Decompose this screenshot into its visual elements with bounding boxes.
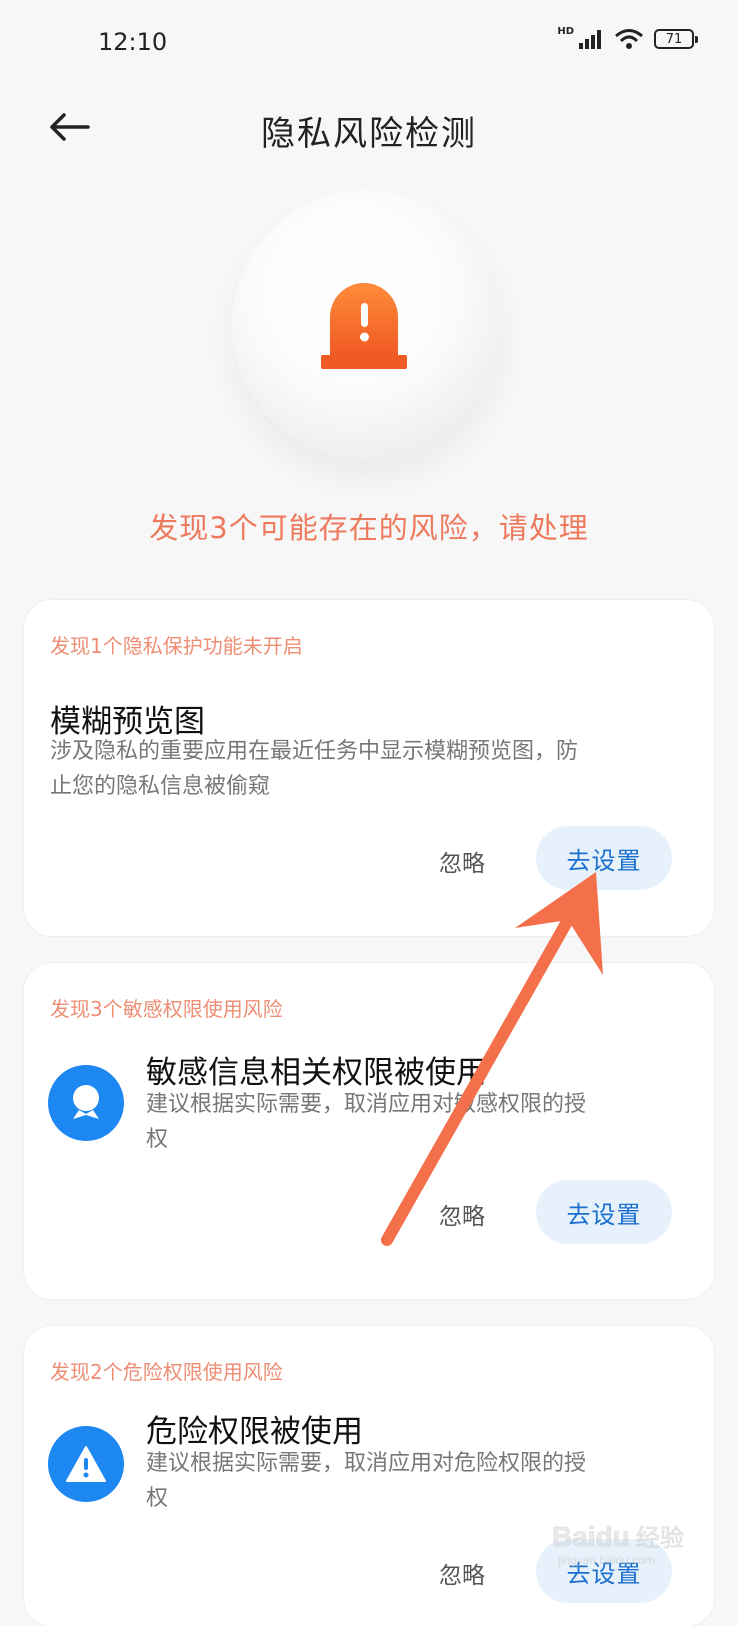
dangerous-permission-card: 发现2个危险权限使用风险 危险权限被使用 建议根据实际需要，取消应用对危险权限的…: [24, 1326, 714, 1626]
svg-text:Baidu: Baidu: [552, 1521, 630, 1552]
network-type: HD: [557, 25, 574, 37]
item-description-line-1: 涉及隐私的重要应用在最近任务中显示模糊预览图，防: [50, 739, 579, 764]
item-description-line-2: 权: [146, 1127, 169, 1152]
ignore-button[interactable]: 忽略: [427, 1197, 497, 1231]
item-description: 涉及隐私的重要应用在最近任务中显示模糊预览图，防 止您的隐私信息被偷窥: [50, 734, 578, 804]
baidu-watermark-logo: Baidu 经验 jingyan.baidu.com: [552, 1521, 684, 1567]
badge-icon: [73, 1085, 99, 1119]
item-title: 危险权限被使用: [146, 1414, 363, 1450]
battery-icon: 71: [654, 29, 698, 49]
header: 隐私风险检测: [0, 88, 738, 168]
ignore-button[interactable]: 忽略: [427, 844, 497, 878]
setup-button[interactable]: 去设置: [536, 826, 672, 890]
status-time: 12:10: [98, 28, 168, 56]
item-description-line-2: 止您的隐私信息被偷窥: [50, 774, 271, 799]
sensitive-permission-card: 发现3个敏感权限使用风险 敏感信息相关权限被使用 建议根据实际需要，取消应用对敏…: [24, 963, 714, 1299]
item-description-line-1: 建议根据实际需要，取消应用对敏感权限的授: [146, 1092, 587, 1117]
item-description-line-1: 建议根据实际需要，取消应用对危险权限的授: [146, 1451, 587, 1476]
sensitive-info-icon: [48, 1065, 124, 1141]
danger-warning-icon: [48, 1426, 124, 1502]
item-description-line-2: 权: [146, 1486, 169, 1511]
status-bar: 12:10 HD 71: [0, 0, 738, 90]
status-icons: HD 71: [557, 25, 698, 50]
warning-triangle-icon: [66, 1446, 106, 1482]
alarm-icon: [321, 283, 407, 369]
wifi-icon: [615, 29, 643, 49]
svg-text:经验: 经验: [636, 1524, 684, 1552]
item-title: 敏感信息相关权限被使用: [146, 1055, 487, 1091]
card-heading: 发现1个隐私保护功能未开启: [50, 634, 303, 658]
page-title: 隐私风险检测: [261, 114, 477, 154]
privacy-feature-card: 发现1个隐私保护功能未开启 模糊预览图 涉及隐私的重要应用在最近任务中显示模糊预…: [24, 600, 714, 936]
risk-summary: 发现3个可能存在的风险，请处理: [149, 511, 589, 545]
card-heading: 发现2个危险权限使用风险: [50, 1360, 283, 1384]
setup-button[interactable]: 去设置: [536, 1180, 672, 1244]
svg-text:jingyan.baidu.com: jingyan.baidu.com: [557, 1553, 655, 1567]
item-description: 建议根据实际需要，取消应用对敏感权限的授 权: [146, 1087, 586, 1157]
item-description: 建议根据实际需要，取消应用对危险权限的授 权: [146, 1446, 586, 1516]
card-heading: 发现3个敏感权限使用风险: [50, 997, 283, 1021]
ignore-button[interactable]: 忽略: [427, 1556, 497, 1590]
signal-icon: [579, 30, 601, 49]
battery-level: 71: [665, 31, 683, 47]
